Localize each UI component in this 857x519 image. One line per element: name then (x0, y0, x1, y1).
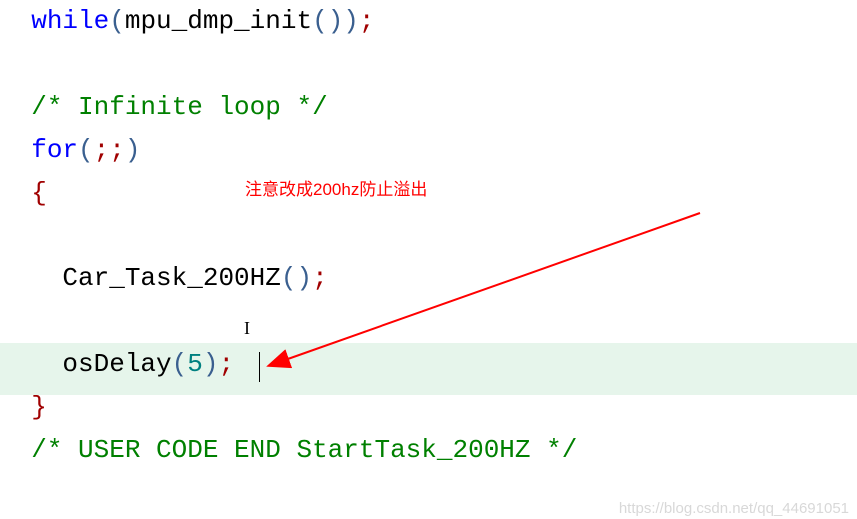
code-line-10: } (0, 392, 47, 422)
code-line-7: Car_Task_200HZ(); (0, 263, 328, 293)
code-line-11: /* USER CODE END StartTask_200HZ */ (0, 435, 577, 465)
text-cursor-icon: I (244, 318, 250, 339)
annotation-text: 注意改成200hz防止溢出 (245, 175, 427, 200)
code-line-3: /* Infinite loop */ (0, 92, 328, 122)
code-line-9: osDelay(5); (0, 349, 234, 379)
code-line-1: while(mpu_dmp_init()); (0, 6, 375, 36)
code-line-5: { (0, 178, 47, 208)
code-line-4: for(;;) (0, 135, 140, 165)
code-block: while(mpu_dmp_init()); /* Infinite loop … (0, 0, 857, 472)
caret-icon (259, 352, 260, 382)
watermark-text: https://blog.csdn.net/qq_44691051 (619, 500, 849, 517)
